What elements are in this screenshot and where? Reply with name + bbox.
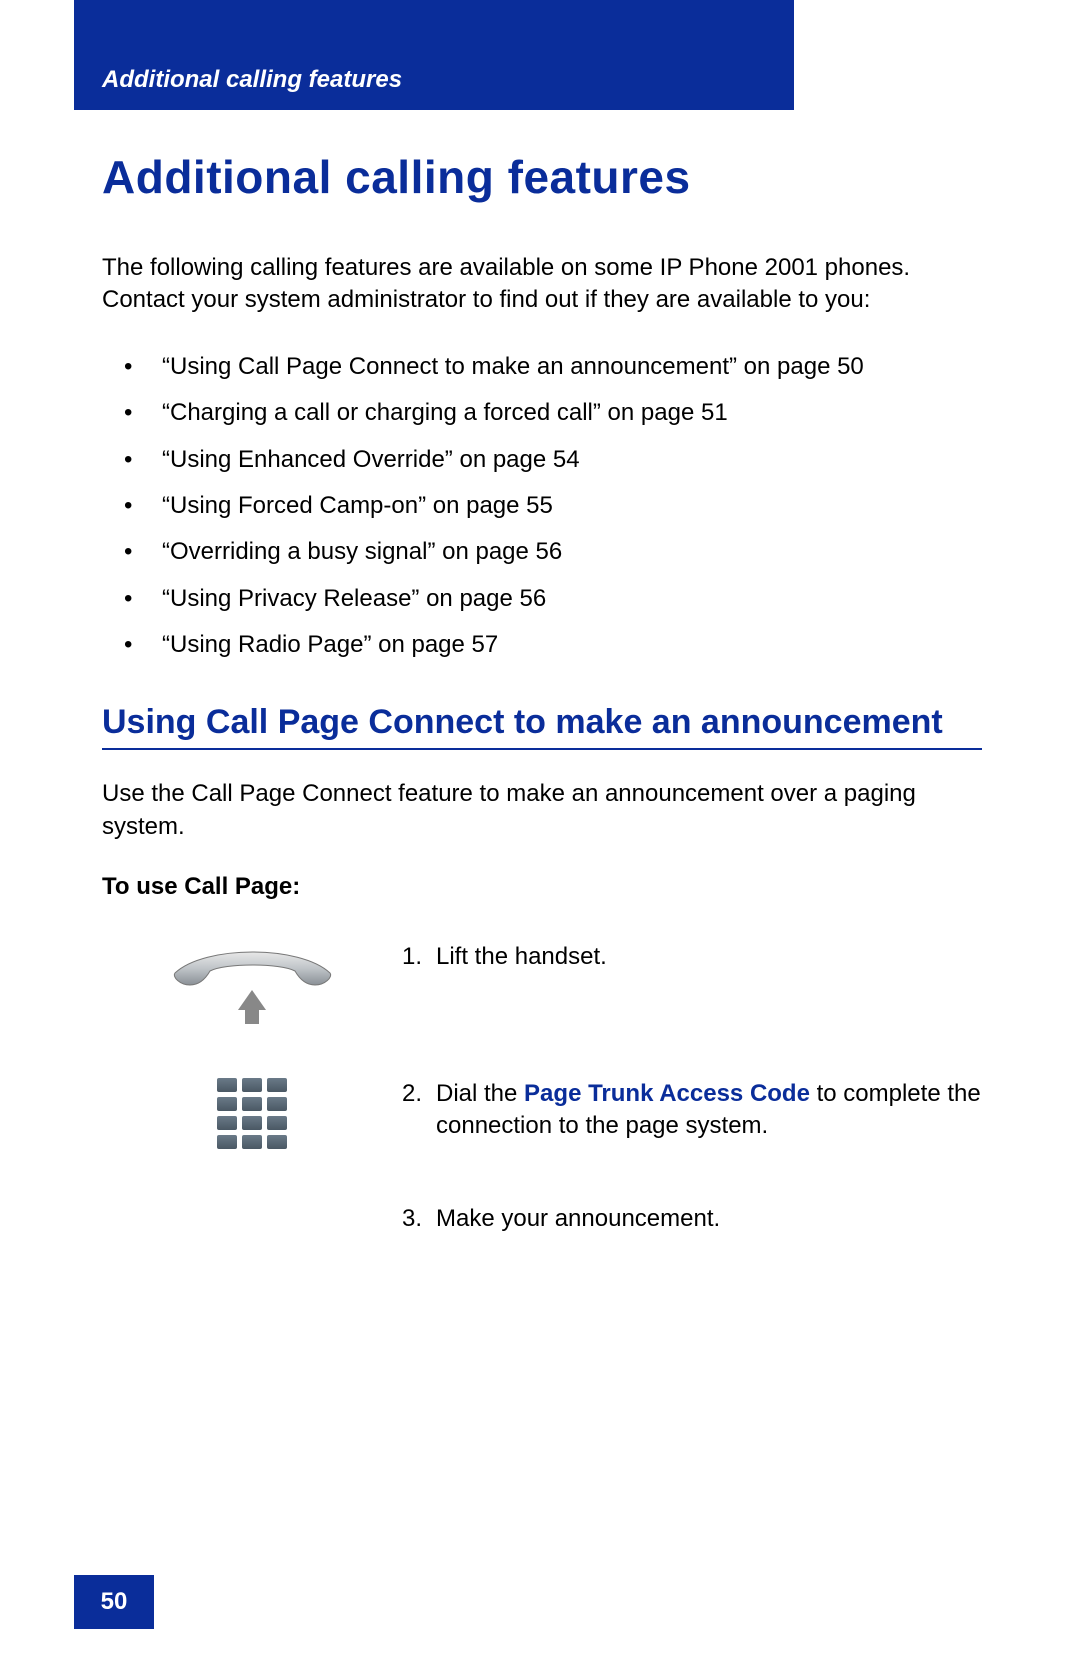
keypad-key-icon [217,1097,237,1111]
section-intro: Use the Call Page Connect feature to mak… [102,778,982,843]
step-text: Lift the handset. [436,941,982,973]
keypad-key-icon [242,1097,262,1111]
page-number: 50 [101,1588,128,1616]
step-row: 1. Lift the handset. [102,941,982,1024]
arrow-stem [245,1010,259,1024]
step-row: 3. Make your announcement. [102,1203,982,1235]
step-number: 1. [402,941,436,973]
step-text: Dial the Page Trunk Access Code to compl… [436,1078,982,1143]
step-number: 3. [402,1203,436,1235]
keypad-key-icon [242,1078,262,1092]
page-content: Additional calling features The followin… [102,150,982,1235]
step-number: 2. [402,1078,436,1143]
keypad-key-icon [217,1116,237,1130]
steps-container: 1. Lift the handset. [102,941,982,1235]
keypad-key-icon [242,1135,262,1149]
list-item: “Using Radio Page” on page 57 [102,629,982,661]
header-bar: Additional calling features [74,0,794,110]
page-number-badge: 50 [74,1575,154,1629]
list-item: “Overriding a busy signal” on page 56 [102,536,982,568]
keypad-key-icon [242,1116,262,1130]
header-title: Additional calling features [102,66,402,94]
keypad-key-icon [267,1078,287,1092]
list-item: “Using Enhanced Override” on page 54 [102,444,982,476]
page-title: Additional calling features [102,150,982,204]
step-text-col: 2. Dial the Page Trunk Access Code to co… [402,1078,982,1143]
list-item: “Using Forced Camp-on” on page 55 [102,490,982,522]
list-item: “Using Privacy Release” on page 56 [102,583,982,615]
step-text-col: 3. Make your announcement. [402,1203,982,1235]
step-row: 2. Dial the Page Trunk Access Code to co… [102,1078,982,1149]
keypad-key-icon [267,1097,287,1111]
step-icon-col [102,1078,402,1149]
keypad-icon [217,1078,287,1149]
handset-lift-icon [165,941,340,1024]
keypad-key-icon [217,1135,237,1149]
keypad-key-icon [217,1078,237,1092]
list-item: “Charging a call or charging a forced ca… [102,397,982,429]
step-text-highlight: Page Trunk Access Code [524,1080,810,1107]
step-text: Make your announcement. [436,1203,982,1235]
step-icon-col [102,941,402,1024]
keypad-key-icon [267,1116,287,1130]
arrow-up-icon [238,990,266,1010]
intro-paragraph: The following calling features are avail… [102,252,982,317]
instructions-label: To use Call Page: [102,873,982,901]
step-text-col: 1. Lift the handset. [402,941,982,973]
step-text-pre: Dial the [436,1080,524,1107]
list-item: “Using Call Page Connect to make an anno… [102,351,982,383]
keypad-key-icon [267,1135,287,1149]
section-title: Using Call Page Connect to make an annou… [102,702,982,751]
feature-list: “Using Call Page Connect to make an anno… [102,351,982,662]
